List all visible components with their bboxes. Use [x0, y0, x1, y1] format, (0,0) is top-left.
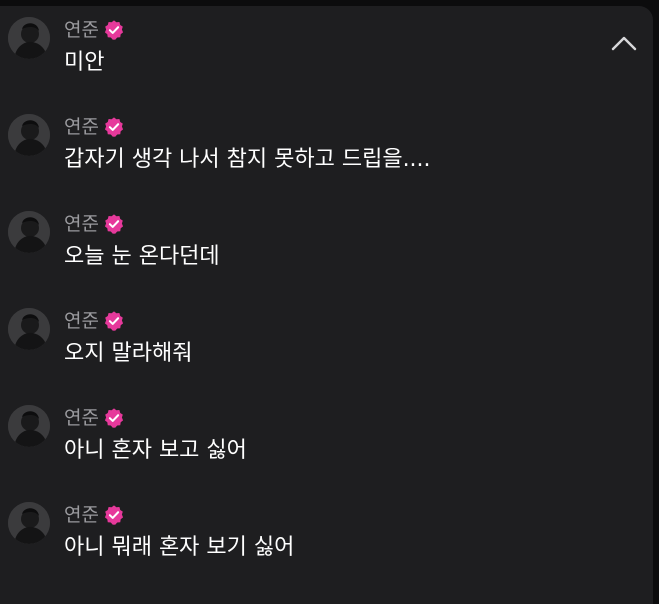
- author-name: 연준: [64, 19, 99, 41]
- message-text: 아니 혼자 보고 싫어: [64, 438, 247, 463]
- message-text: 갑자기 생각 나서 참지 못하고 드립을....: [64, 147, 431, 172]
- chevron-up-icon: [611, 36, 637, 51]
- author-name: 연준: [64, 407, 99, 429]
- author-name: 연준: [64, 116, 99, 138]
- avatar[interactable]: [8, 405, 50, 447]
- avatar[interactable]: [8, 502, 50, 544]
- message-text: 오늘 눈 온다던데: [64, 244, 220, 269]
- verified-badge-icon: [104, 505, 124, 525]
- verified-badge-icon: [104, 214, 124, 234]
- verified-badge-icon: [104, 408, 124, 428]
- author-name: 연준: [64, 504, 99, 526]
- chat-window: 연준 미안 연준 갑자기 생각 나서 참지 못하고 드립을.... 연준 오늘 …: [0, 6, 653, 604]
- message-text: 아니 뭐래 혼자 보기 싫어: [64, 535, 295, 560]
- verified-badge-icon: [104, 117, 124, 137]
- avatar[interactable]: [8, 211, 50, 253]
- avatar[interactable]: [8, 114, 50, 156]
- chat-message: 연준 오지 말라해줘: [0, 297, 600, 383]
- message-text: 오지 말라해줘: [64, 341, 193, 366]
- author-name: 연준: [64, 213, 99, 235]
- avatar[interactable]: [8, 308, 50, 350]
- chat-message: 연준 아니 혼자 보고 싫어: [0, 394, 600, 480]
- chat-message: 연준 아니 뭐래 혼자 보기 싫어: [0, 491, 600, 577]
- chat-message: 연준 오늘 눈 온다던데: [0, 200, 600, 286]
- chat-message: 연준 미안: [0, 6, 600, 92]
- collapse-button[interactable]: [607, 32, 641, 54]
- chat-message: 연준 갑자기 생각 나서 참지 못하고 드립을....: [0, 103, 600, 189]
- verified-badge-icon: [104, 311, 124, 331]
- avatar[interactable]: [8, 17, 50, 59]
- message-text: 미안: [64, 50, 105, 75]
- author-name: 연준: [64, 310, 99, 332]
- verified-badge-icon: [104, 20, 124, 40]
